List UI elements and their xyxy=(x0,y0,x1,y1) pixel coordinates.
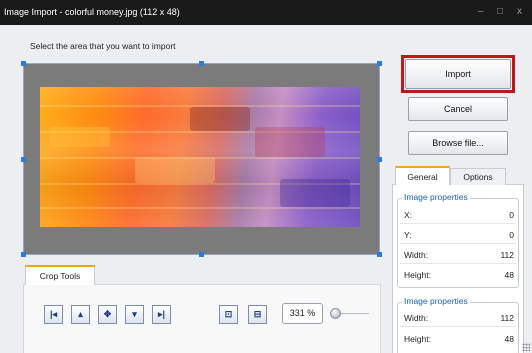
tab-crop-tools[interactable]: Crop Tools xyxy=(25,265,95,285)
zoom-slider-track[interactable] xyxy=(341,313,369,314)
window-title: Image Import - colorful money.jpg (112 x… xyxy=(4,7,180,17)
image-properties-group xyxy=(397,302,519,353)
x-label: X: xyxy=(404,210,413,220)
x-value: 0 xyxy=(509,210,514,220)
crop-handle-top-right[interactable] xyxy=(377,61,382,66)
tab-general[interactable]: General xyxy=(395,166,450,185)
align-bottom-icon[interactable]: ▾ xyxy=(125,305,144,324)
maximize-icon[interactable]: □ xyxy=(497,6,503,17)
y-label: Y: xyxy=(404,230,412,240)
crop-handle-bottom[interactable] xyxy=(199,252,204,257)
zoom-level[interactable]: 331 % xyxy=(282,303,323,324)
align-top-icon[interactable]: ▴ xyxy=(71,305,90,324)
browse-file-button[interactable]: Browse file... xyxy=(408,131,508,155)
cancel-button[interactable]: Cancel xyxy=(408,97,508,121)
actual-size-icon[interactable]: ⊟ xyxy=(248,305,267,324)
align-right-icon[interactable]: ▸| xyxy=(152,305,171,324)
crop-handle-right[interactable] xyxy=(377,157,382,162)
tab-options[interactable]: Options xyxy=(450,168,506,185)
group-title: Image properties xyxy=(402,192,470,202)
instruction-text: Select the area that you want to import xyxy=(30,41,176,51)
import-highlight xyxy=(401,55,515,93)
group-title: Image properties xyxy=(402,296,470,306)
height-label: Height: xyxy=(404,270,431,280)
width-value: 112 xyxy=(500,250,514,260)
y-value: 0 xyxy=(509,230,514,240)
crop-handle-left[interactable] xyxy=(21,157,26,162)
height-value: 48 xyxy=(504,270,514,280)
width-value: 112 xyxy=(500,313,514,323)
crop-handle-top-left[interactable] xyxy=(21,61,26,66)
crop-handle-top[interactable] xyxy=(199,61,204,66)
center-icon[interactable]: ✥ xyxy=(98,305,117,324)
height-label: Height: xyxy=(404,334,431,344)
fit-to-window-icon[interactable]: ⊡ xyxy=(219,305,238,324)
crop-handle-bottom-left[interactable] xyxy=(21,252,26,257)
crop-handle-bottom-right[interactable] xyxy=(377,252,382,257)
title-bar: Image Import - colorful money.jpg (112 x… xyxy=(0,0,532,25)
width-label: Width: xyxy=(404,250,429,260)
height-value: 48 xyxy=(504,334,514,344)
zoom-slider-handle[interactable] xyxy=(330,308,341,319)
width-label: Width: xyxy=(404,313,429,323)
resize-grip-icon[interactable] xyxy=(522,343,530,351)
align-left-icon[interactable]: |◂ xyxy=(44,305,63,324)
minimize-icon[interactable]: – xyxy=(478,6,484,17)
close-icon[interactable]: x xyxy=(517,6,522,17)
image-preview xyxy=(40,87,360,227)
